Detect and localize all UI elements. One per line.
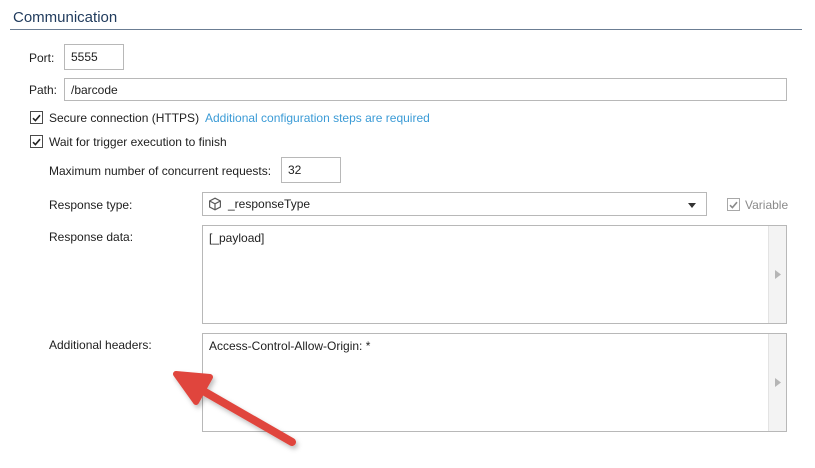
annotation-arrow-icon	[173, 371, 296, 446]
